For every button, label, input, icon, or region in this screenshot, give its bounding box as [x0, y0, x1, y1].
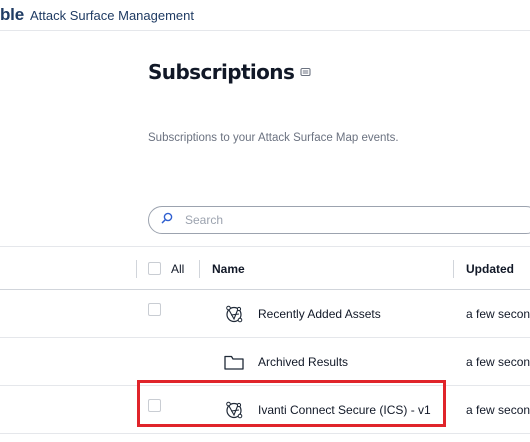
folder-icon	[223, 338, 245, 385]
row-name[interactable]: Archived Results	[258, 338, 348, 385]
subscription-map-icon	[223, 290, 245, 337]
brand-logo-text[interactable]: ble	[0, 5, 24, 25]
table-header: All Name Updated	[0, 246, 530, 290]
column-header-name[interactable]: Name	[212, 247, 245, 290]
subscriptions-table: All Name Updated Recently Added Assets a…	[0, 246, 530, 434]
select-all-label: All	[171, 261, 185, 276]
select-all-header[interactable]: All	[148, 247, 184, 290]
row-updated: a few secon	[466, 402, 530, 417]
search-icon	[161, 211, 173, 229]
column-divider	[453, 260, 454, 278]
search-input[interactable]	[183, 212, 507, 228]
row-checkbox[interactable]	[148, 303, 161, 316]
table-row[interactable]: Archived Results a few secon	[0, 338, 530, 386]
select-all-checkbox[interactable]	[148, 262, 161, 275]
row-name[interactable]: Recently Added Assets	[258, 290, 381, 337]
row-updated: a few secon	[466, 354, 530, 369]
product-name: Attack Surface Management	[29, 7, 194, 23]
row-updated: a few secon	[466, 306, 530, 321]
column-divider	[136, 260, 137, 278]
column-header-updated[interactable]: Updated	[466, 247, 514, 290]
page-title: Subscriptions	[148, 60, 295, 84]
search-box[interactable]	[148, 206, 530, 234]
row-name[interactable]: Ivanti Connect Secure (ICS) - v1	[258, 386, 431, 433]
row-checkbox-cell	[148, 382, 161, 429]
table-row[interactable]: Recently Added Assets a few secon	[0, 290, 530, 338]
app-window: ble Attack Surface Management Subscripti…	[0, 0, 530, 442]
table-row[interactable]: Ivanti Connect Secure (ICS) - v1 a few s…	[0, 386, 530, 434]
subscription-map-icon	[223, 386, 245, 433]
page-subtitle: Subscriptions to your Attack Surface Map…	[148, 132, 399, 144]
page-title-row: Subscriptions	[148, 60, 312, 84]
row-checkbox-cell	[148, 286, 161, 333]
copy-icon[interactable]	[300, 66, 312, 78]
top-bar: ble Attack Surface Management	[0, 0, 530, 31]
row-checkbox[interactable]	[148, 399, 161, 412]
column-divider	[199, 260, 200, 278]
